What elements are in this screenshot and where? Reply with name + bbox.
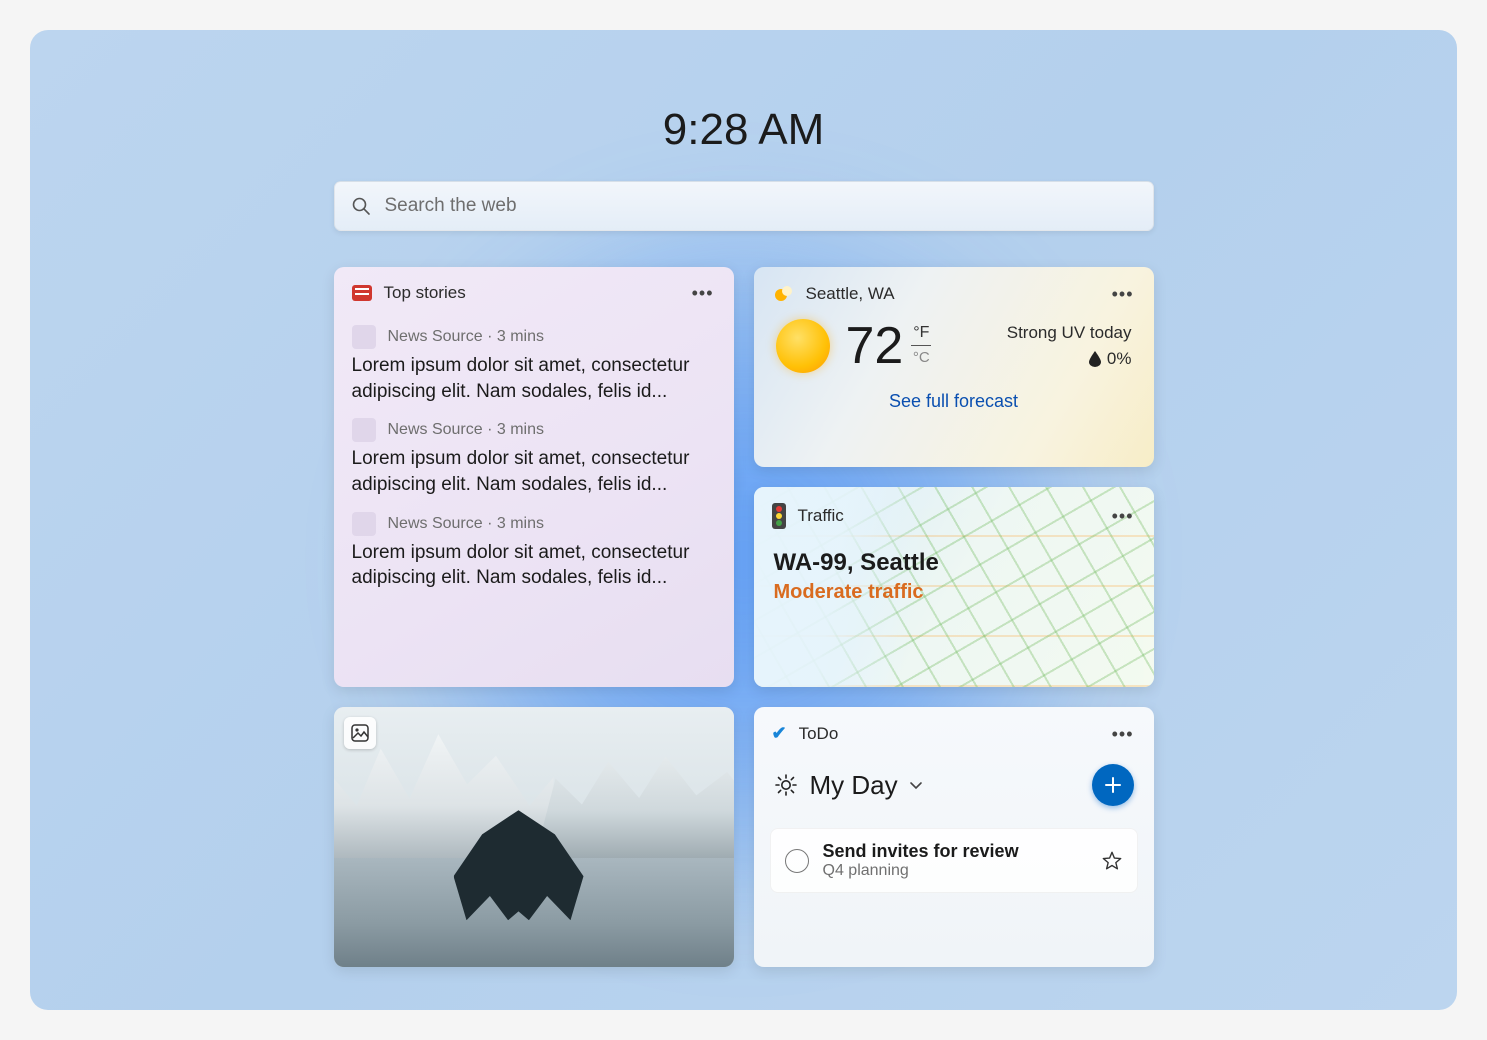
weather-more-button[interactable]: ••• [1110,285,1136,303]
droplet-icon [1089,351,1101,367]
traffic-widget[interactable]: Traffic ••• WA-99, Seattle Moderate traf… [754,487,1154,687]
todo-list-name[interactable]: My Day [810,770,898,801]
temperature-unit-toggle[interactable]: °F °C [911,324,931,366]
traffic-more-button[interactable]: ••• [1110,507,1136,525]
task-subtitle: Q4 planning [823,862,1019,880]
news-source-thumb [352,512,376,536]
todo-icon: ✔ [772,723,787,744]
news-source: News Source [388,421,483,439]
traffic-light-icon [772,503,786,529]
clock: 9:28 AM [334,105,1154,155]
news-age: 3 mins [497,515,544,533]
weather-widget[interactable]: Seattle, WA ••• 72 °F °C Strong UV [754,267,1154,467]
news-item[interactable]: News Source · 3 mins Lorem ipsum dolor s… [352,498,716,591]
see-full-forecast-link[interactable]: See full forecast [754,391,1154,412]
traffic-status: Moderate traffic [774,581,1134,604]
top-stories-more-button[interactable]: ••• [690,284,716,302]
top-stories-title: Top stories [384,283,466,303]
news-item[interactable]: News Source · 3 mins Lorem ipsum dolor s… [352,311,716,404]
news-source: News Source [388,328,483,346]
weather-icon [772,283,794,305]
image-icon [344,717,376,749]
search-input[interactable] [385,195,1137,217]
photo-preview [334,707,734,967]
plus-icon [1103,775,1123,795]
news-age: 3 mins [497,421,544,439]
news-source-thumb [352,418,376,442]
search-icon [351,196,371,216]
news-headline: Lorem ipsum dolor sit amet, consectetur … [352,540,716,591]
todo-task[interactable]: Send invites for review Q4 planning [770,828,1138,893]
star-icon[interactable] [1101,850,1123,872]
news-item[interactable]: News Source · 3 mins Lorem ipsum dolor s… [352,404,716,497]
add-task-button[interactable] [1092,764,1134,806]
news-source-thumb [352,325,376,349]
weather-alert: Strong UV today [1007,323,1132,343]
search-bar[interactable] [334,181,1154,231]
traffic-title: Traffic [798,506,844,526]
news-headline: Lorem ipsum dolor sit amet, consectetur … [352,353,716,404]
weather-precip: 0% [1107,349,1132,369]
chevron-down-icon[interactable] [908,777,924,793]
weather-temperature: 72 [846,320,904,372]
todo-widget[interactable]: ✔ ToDo ••• My Day [754,707,1154,967]
weather-location: Seattle, WA [806,284,895,304]
sun-icon [776,319,830,373]
todo-title: ToDo [799,724,839,744]
news-source: News Source [388,515,483,533]
news-age: 3 mins [497,328,544,346]
sun-outline-icon [774,773,798,797]
task-title: Send invites for review [823,841,1019,862]
news-icon [352,285,372,301]
photos-widget[interactable] [334,707,734,967]
widgets-panel: 9:28 AM Top stories ••• [30,30,1457,1010]
traffic-route: WA-99, Seattle [774,549,1134,577]
task-complete-toggle[interactable] [785,849,809,873]
news-headline: Lorem ipsum dolor sit amet, consectetur … [352,446,716,497]
top-stories-widget[interactable]: Top stories ••• News Source · 3 mins Lor… [334,267,734,687]
todo-more-button[interactable]: ••• [1110,725,1136,743]
